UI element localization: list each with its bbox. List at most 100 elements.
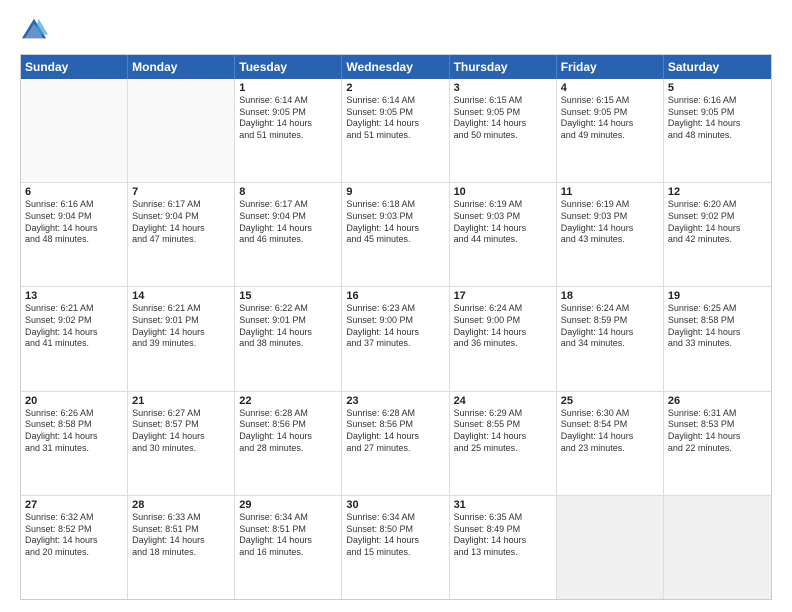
day-cell-31: 31Sunrise: 6:35 AMSunset: 8:49 PMDayligh… (450, 496, 557, 599)
cell-info-line: and 20 minutes. (25, 547, 123, 559)
cell-info-line: Daylight: 14 hours (454, 327, 552, 339)
cell-info-line: Sunset: 9:03 PM (346, 211, 444, 223)
day-cell-18: 18Sunrise: 6:24 AMSunset: 8:59 PMDayligh… (557, 287, 664, 390)
day-cell-1: 1Sunrise: 6:14 AMSunset: 9:05 PMDaylight… (235, 79, 342, 182)
header (20, 16, 772, 44)
weekday-header-thursday: Thursday (450, 55, 557, 79)
cell-info-line: and 25 minutes. (454, 443, 552, 455)
cell-info-line: and 33 minutes. (668, 338, 767, 350)
day-number: 29 (239, 499, 337, 511)
cell-info-line: Sunrise: 6:15 AM (454, 95, 552, 107)
day-cell-6: 6Sunrise: 6:16 AMSunset: 9:04 PMDaylight… (21, 183, 128, 286)
day-cell-17: 17Sunrise: 6:24 AMSunset: 9:00 PMDayligh… (450, 287, 557, 390)
cell-info-line: Daylight: 14 hours (132, 327, 230, 339)
cell-info-line: Sunrise: 6:20 AM (668, 199, 767, 211)
cell-info-line: and 23 minutes. (561, 443, 659, 455)
cell-info-line: Daylight: 14 hours (239, 327, 337, 339)
cell-info-line: Sunrise: 6:28 AM (346, 408, 444, 420)
page: SundayMondayTuesdayWednesdayThursdayFrid… (0, 0, 792, 612)
cell-info-line: Sunrise: 6:17 AM (239, 199, 337, 211)
cell-info-line: and 47 minutes. (132, 234, 230, 246)
day-number: 11 (561, 186, 659, 198)
cell-info-line: Sunset: 8:52 PM (25, 524, 123, 536)
cell-info-line: and 22 minutes. (668, 443, 767, 455)
cell-info-line: Sunset: 9:03 PM (561, 211, 659, 223)
cell-info-line: Daylight: 14 hours (668, 431, 767, 443)
cell-info-line: Sunset: 8:58 PM (668, 315, 767, 327)
cell-info-line: Sunset: 9:05 PM (561, 107, 659, 119)
day-cell-16: 16Sunrise: 6:23 AMSunset: 9:00 PMDayligh… (342, 287, 449, 390)
cell-info-line: Daylight: 14 hours (25, 431, 123, 443)
cell-info-line: Daylight: 14 hours (239, 431, 337, 443)
day-cell-28: 28Sunrise: 6:33 AMSunset: 8:51 PMDayligh… (128, 496, 235, 599)
cell-info-line: Sunrise: 6:21 AM (25, 303, 123, 315)
cell-info-line: and 42 minutes. (668, 234, 767, 246)
day-cell-29: 29Sunrise: 6:34 AMSunset: 8:51 PMDayligh… (235, 496, 342, 599)
cell-info-line: and 39 minutes. (132, 338, 230, 350)
cell-info-line: Daylight: 14 hours (668, 118, 767, 130)
day-cell-11: 11Sunrise: 6:19 AMSunset: 9:03 PMDayligh… (557, 183, 664, 286)
cell-info-line: Sunrise: 6:17 AM (132, 199, 230, 211)
cell-info-line: Sunset: 8:59 PM (561, 315, 659, 327)
calendar-row-0: 1Sunrise: 6:14 AMSunset: 9:05 PMDaylight… (21, 79, 771, 182)
empty-cell-4-5 (557, 496, 664, 599)
cell-info-line: and 49 minutes. (561, 130, 659, 142)
cell-info-line: Sunrise: 6:28 AM (239, 408, 337, 420)
calendar: SundayMondayTuesdayWednesdayThursdayFrid… (20, 54, 772, 600)
day-cell-14: 14Sunrise: 6:21 AMSunset: 9:01 PMDayligh… (128, 287, 235, 390)
cell-info-line: Sunrise: 6:25 AM (668, 303, 767, 315)
cell-info-line: and 51 minutes. (346, 130, 444, 142)
day-number: 17 (454, 290, 552, 302)
day-number: 12 (668, 186, 767, 198)
day-number: 30 (346, 499, 444, 511)
cell-info-line: Sunrise: 6:16 AM (25, 199, 123, 211)
cell-info-line: and 31 minutes. (25, 443, 123, 455)
cell-info-line: Daylight: 14 hours (454, 431, 552, 443)
day-cell-12: 12Sunrise: 6:20 AMSunset: 9:02 PMDayligh… (664, 183, 771, 286)
day-number: 22 (239, 395, 337, 407)
weekday-header-sunday: Sunday (21, 55, 128, 79)
cell-info-line: Sunset: 8:56 PM (346, 419, 444, 431)
cell-info-line: Daylight: 14 hours (132, 223, 230, 235)
calendar-header: SundayMondayTuesdayWednesdayThursdayFrid… (21, 55, 771, 79)
cell-info-line: Daylight: 14 hours (668, 327, 767, 339)
cell-info-line: Daylight: 14 hours (239, 535, 337, 547)
day-number: 15 (239, 290, 337, 302)
cell-info-line: Sunrise: 6:15 AM (561, 95, 659, 107)
weekday-header-tuesday: Tuesday (235, 55, 342, 79)
day-number: 19 (668, 290, 767, 302)
day-cell-5: 5Sunrise: 6:16 AMSunset: 9:05 PMDaylight… (664, 79, 771, 182)
cell-info-line: Sunset: 8:58 PM (25, 419, 123, 431)
cell-info-line: and 13 minutes. (454, 547, 552, 559)
calendar-row-1: 6Sunrise: 6:16 AMSunset: 9:04 PMDaylight… (21, 182, 771, 286)
cell-info-line: Sunset: 9:04 PM (25, 211, 123, 223)
day-cell-26: 26Sunrise: 6:31 AMSunset: 8:53 PMDayligh… (664, 392, 771, 495)
cell-info-line: Daylight: 14 hours (668, 223, 767, 235)
cell-info-line: Daylight: 14 hours (561, 431, 659, 443)
day-number: 2 (346, 82, 444, 94)
day-cell-24: 24Sunrise: 6:29 AMSunset: 8:55 PMDayligh… (450, 392, 557, 495)
cell-info-line: and 27 minutes. (346, 443, 444, 455)
day-number: 7 (132, 186, 230, 198)
day-cell-7: 7Sunrise: 6:17 AMSunset: 9:04 PMDaylight… (128, 183, 235, 286)
cell-info-line: and 46 minutes. (239, 234, 337, 246)
day-number: 16 (346, 290, 444, 302)
cell-info-line: Daylight: 14 hours (239, 118, 337, 130)
cell-info-line: Sunset: 9:00 PM (346, 315, 444, 327)
cell-info-line: and 48 minutes. (668, 130, 767, 142)
cell-info-line: and 38 minutes. (239, 338, 337, 350)
cell-info-line: Daylight: 14 hours (25, 327, 123, 339)
cell-info-line: Sunset: 9:02 PM (668, 211, 767, 223)
cell-info-line: Sunset: 9:05 PM (346, 107, 444, 119)
logo (20, 16, 52, 44)
day-number: 18 (561, 290, 659, 302)
cell-info-line: Sunset: 9:04 PM (132, 211, 230, 223)
day-cell-9: 9Sunrise: 6:18 AMSunset: 9:03 PMDaylight… (342, 183, 449, 286)
day-cell-2: 2Sunrise: 6:14 AMSunset: 9:05 PMDaylight… (342, 79, 449, 182)
cell-info-line: Daylight: 14 hours (346, 223, 444, 235)
logo-icon (20, 16, 48, 44)
cell-info-line: Sunset: 9:05 PM (454, 107, 552, 119)
day-cell-20: 20Sunrise: 6:26 AMSunset: 8:58 PMDayligh… (21, 392, 128, 495)
cell-info-line: Daylight: 14 hours (561, 327, 659, 339)
cell-info-line: Daylight: 14 hours (454, 535, 552, 547)
